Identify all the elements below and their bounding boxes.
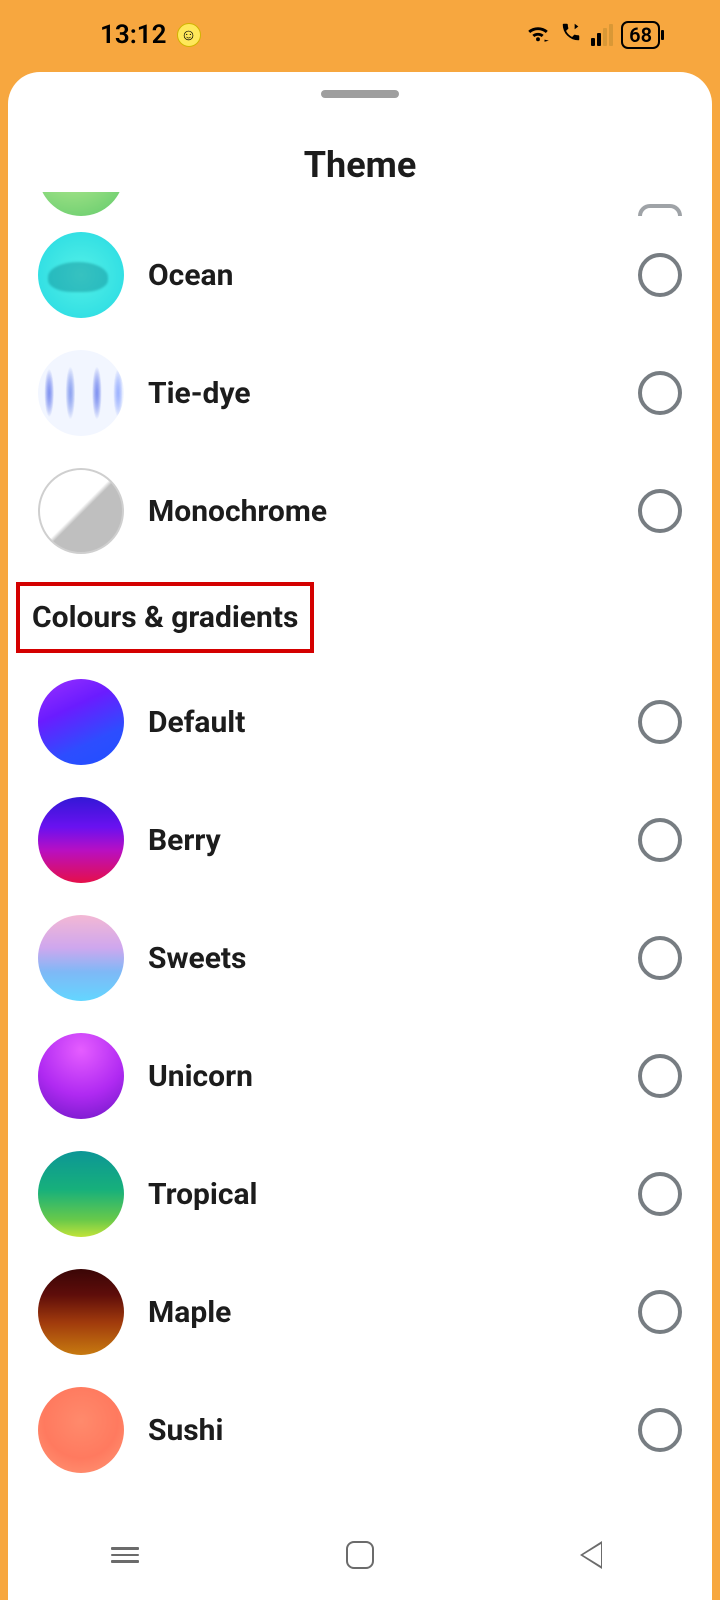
- theme-swatch-maple: [38, 1269, 124, 1355]
- theme-radio[interactable]: [638, 371, 682, 415]
- theme-swatch-tiedye: [38, 350, 124, 436]
- theme-row-tropical[interactable]: Tropical: [8, 1135, 712, 1253]
- theme-label: Sushi: [148, 1413, 638, 1448]
- square-icon: [346, 1541, 374, 1569]
- theme-swatch-sweets: [38, 915, 124, 1001]
- theme-row-maple[interactable]: Maple: [8, 1253, 712, 1371]
- theme-swatch-unicorn: [38, 1033, 124, 1119]
- theme-label: Berry: [148, 823, 638, 858]
- theme-sheet: Theme Ocean Tie-dye Monochrome Colours &…: [8, 72, 712, 1600]
- theme-label: Maple: [148, 1295, 638, 1330]
- theme-radio[interactable]: [638, 700, 682, 744]
- theme-radio[interactable]: [638, 204, 682, 216]
- nav-recent-button[interactable]: [105, 1535, 145, 1575]
- system-navbar: [8, 1510, 712, 1600]
- drag-handle[interactable]: [321, 90, 399, 98]
- call-icon: [559, 20, 583, 50]
- theme-swatch: [38, 192, 124, 216]
- status-bar: 13:12 ☺ 68: [0, 0, 720, 70]
- theme-radio[interactable]: [638, 1172, 682, 1216]
- theme-swatch-default: [38, 679, 124, 765]
- theme-radio[interactable]: [638, 489, 682, 533]
- theme-radio[interactable]: [638, 1290, 682, 1334]
- nav-back-button[interactable]: [575, 1535, 615, 1575]
- theme-row-sweets[interactable]: Sweets: [8, 899, 712, 1017]
- theme-row-partial[interactable]: [8, 192, 712, 216]
- back-icon: [584, 1541, 606, 1569]
- theme-label: Default: [148, 705, 638, 740]
- theme-swatch-tropical: [38, 1151, 124, 1237]
- theme-row-unicorn[interactable]: Unicorn: [8, 1017, 712, 1135]
- status-right: 68: [525, 20, 660, 50]
- theme-radio[interactable]: [638, 936, 682, 980]
- theme-radio[interactable]: [638, 1054, 682, 1098]
- theme-label: Tropical: [148, 1177, 638, 1212]
- battery-indicator: 68: [621, 21, 660, 49]
- annotation-highlight: Colours & gradients: [8, 570, 712, 663]
- theme-row-default[interactable]: Default: [8, 663, 712, 781]
- nav-home-button[interactable]: [340, 1535, 380, 1575]
- theme-row-ocean[interactable]: Ocean: [8, 216, 712, 334]
- theme-swatch-ocean: [38, 232, 124, 318]
- theme-row-tiedye[interactable]: Tie-dye: [8, 334, 712, 452]
- theme-label: Sweets: [148, 941, 638, 976]
- theme-list[interactable]: Ocean Tie-dye Monochrome Colours & gradi…: [8, 192, 712, 1600]
- theme-row-berry[interactable]: Berry: [8, 781, 712, 899]
- theme-row-monochrome[interactable]: Monochrome: [8, 452, 712, 570]
- theme-swatch-berry: [38, 797, 124, 883]
- theme-radio[interactable]: [638, 818, 682, 862]
- theme-swatch-monochrome: [38, 468, 124, 554]
- theme-swatch-sushi: [38, 1387, 124, 1473]
- wifi-icon: [525, 20, 551, 50]
- status-app-icon: ☺: [177, 23, 201, 47]
- theme-label: Monochrome: [148, 494, 638, 529]
- theme-label: Tie-dye: [148, 376, 638, 411]
- theme-radio[interactable]: [638, 1408, 682, 1452]
- theme-row-sushi[interactable]: Sushi: [8, 1371, 712, 1489]
- theme-label: Ocean: [148, 258, 638, 293]
- signal-icon: [591, 24, 613, 46]
- menu-icon: [111, 1543, 139, 1567]
- theme-label: Unicorn: [148, 1059, 638, 1094]
- theme-radio[interactable]: [638, 253, 682, 297]
- status-left: 13:12 ☺: [100, 20, 201, 50]
- status-time: 13:12: [100, 20, 167, 50]
- sheet-title: Theme: [8, 144, 712, 186]
- section-header: Colours & gradients: [20, 586, 310, 649]
